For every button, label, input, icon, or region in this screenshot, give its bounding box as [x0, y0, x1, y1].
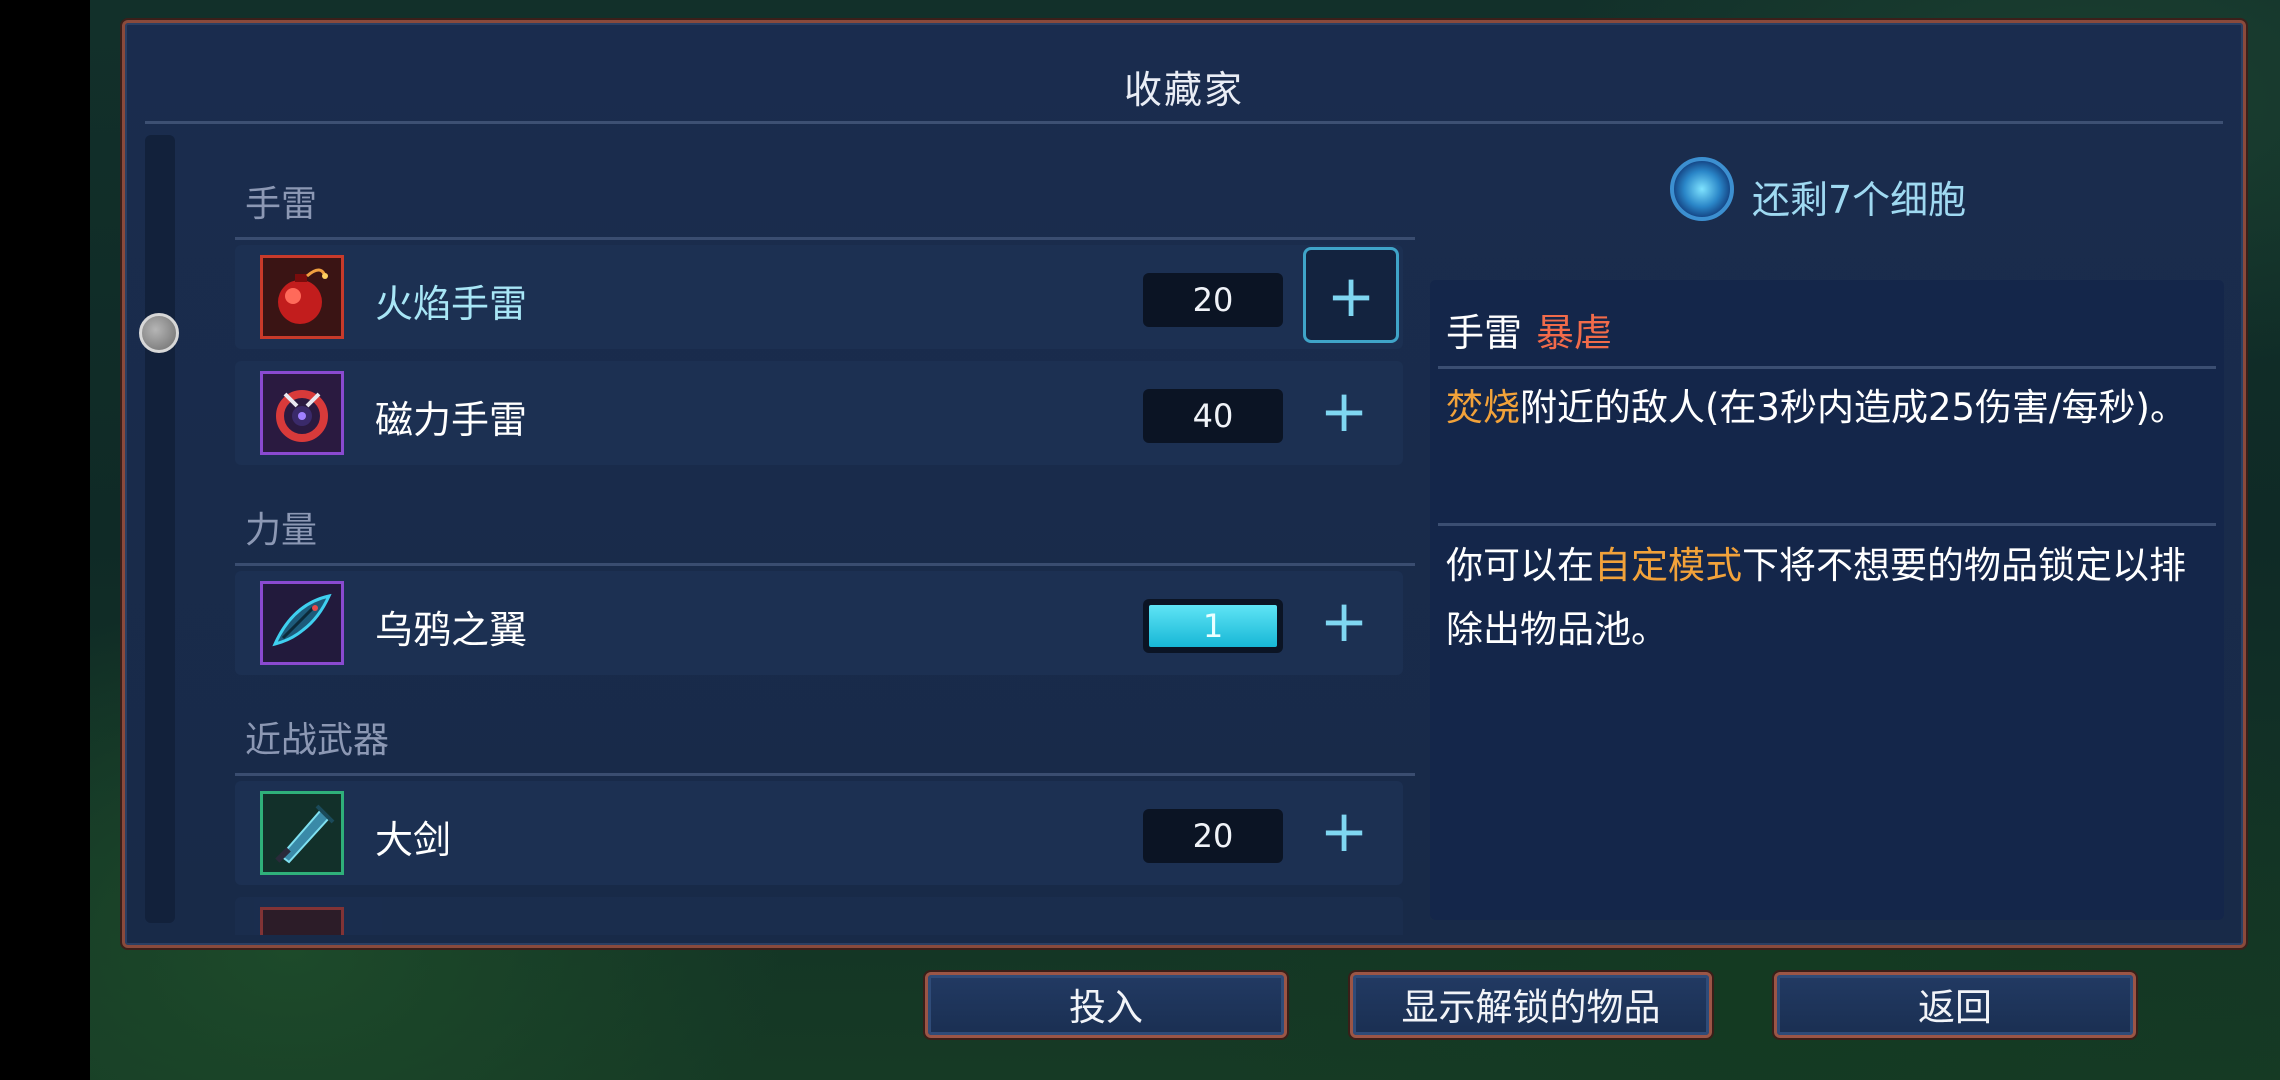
back-button[interactable]: 返回 [1774, 972, 2136, 1038]
info-divider [1438, 523, 2216, 526]
info-description: 焚烧附近的敌人(在3秒内造成25伤害/每秒)。 [1446, 376, 2208, 440]
info-note: 你可以在自定模式下将不想要的物品锁定以排除出物品池。 [1446, 534, 2208, 662]
category-label-grenades: 手雷 [245, 184, 318, 225]
broadsword-icon [260, 791, 344, 875]
cell-icon [1670, 157, 1734, 221]
category-label-power: 力量 [245, 510, 318, 551]
item-cost: 1 [1202, 607, 1224, 645]
info-heading: 手雷 暴虐 [1446, 302, 1612, 357]
item-name: 磁力手雷 [375, 398, 528, 442]
title-divider [145, 121, 2223, 124]
scrollbar-thumb[interactable] [139, 313, 179, 353]
category-divider [235, 773, 1415, 776]
info-desc-keyword: 焚烧 [1446, 386, 1520, 429]
item-list: 手雷 火焰手雷 20 + 磁力手雷 40 + 力量 乌鸦之翼 1 + 近战武器 … [235, 135, 1420, 935]
item-name: 火焰手雷 [375, 282, 528, 326]
category-label-melee: 近战武器 [245, 720, 390, 761]
category-divider [235, 237, 1415, 240]
collector-panel: 收藏家 手雷 火焰手雷 20 + 磁力手雷 40 + 力量 乌鸦之翼 1 + 近… [122, 20, 2246, 948]
item-name: 大剑 [375, 818, 452, 862]
item-cost: 40 [1143, 389, 1283, 443]
ravens-wing-icon [260, 581, 344, 665]
info-tag: 暴虐 [1536, 311, 1613, 355]
magnetic-grenade-icon [260, 371, 344, 455]
info-divider [1438, 366, 2216, 369]
list-item-broadsword[interactable]: 大剑 20 + [235, 781, 1403, 885]
info-desc-text: 附近的敌人(在3秒内造成25伤害/每秒)。 [1520, 386, 2187, 429]
list-item-fire-grenade[interactable]: 火焰手雷 20 + [235, 245, 1403, 349]
item-cost-progress: 1 [1143, 599, 1283, 653]
show-unlocked-button[interactable]: 显示解锁的物品 [1350, 972, 1712, 1038]
scrollbar-track[interactable] [139, 135, 179, 923]
add-cells-button[interactable]: + [1310, 379, 1378, 447]
category-divider [235, 563, 1415, 566]
list-item-ravens-wing[interactable]: 乌鸦之翼 1 + [235, 571, 1403, 675]
item-icon [260, 907, 344, 935]
list-item-partial[interactable] [235, 897, 1403, 935]
item-info-box: 手雷 暴虐 焚烧附近的敌人(在3秒内造成25伤害/每秒)。 你可以在自定模式下将不… [1430, 280, 2224, 920]
list-item-magnetic-grenade[interactable]: 磁力手雷 40 + [235, 361, 1403, 465]
panel-title: 收藏家 [1123, 68, 1244, 112]
add-cells-button[interactable]: + [1310, 799, 1378, 867]
item-name: 乌鸦之翼 [375, 608, 528, 652]
add-cells-button[interactable]: + [1303, 247, 1399, 343]
info-note-keyword: 自定模式 [1594, 544, 1742, 587]
info-type: 手雷 [1446, 311, 1523, 355]
add-cells-button[interactable]: + [1310, 589, 1378, 657]
cells-remaining-text: 还剩7个细胞 [1752, 178, 1967, 222]
info-note-pre: 你可以在 [1446, 544, 1594, 587]
invest-button[interactable]: 投入 [925, 972, 1287, 1038]
item-cost: 20 [1143, 273, 1283, 327]
fire-grenade-icon [260, 255, 344, 339]
item-cost: 20 [1143, 809, 1283, 863]
